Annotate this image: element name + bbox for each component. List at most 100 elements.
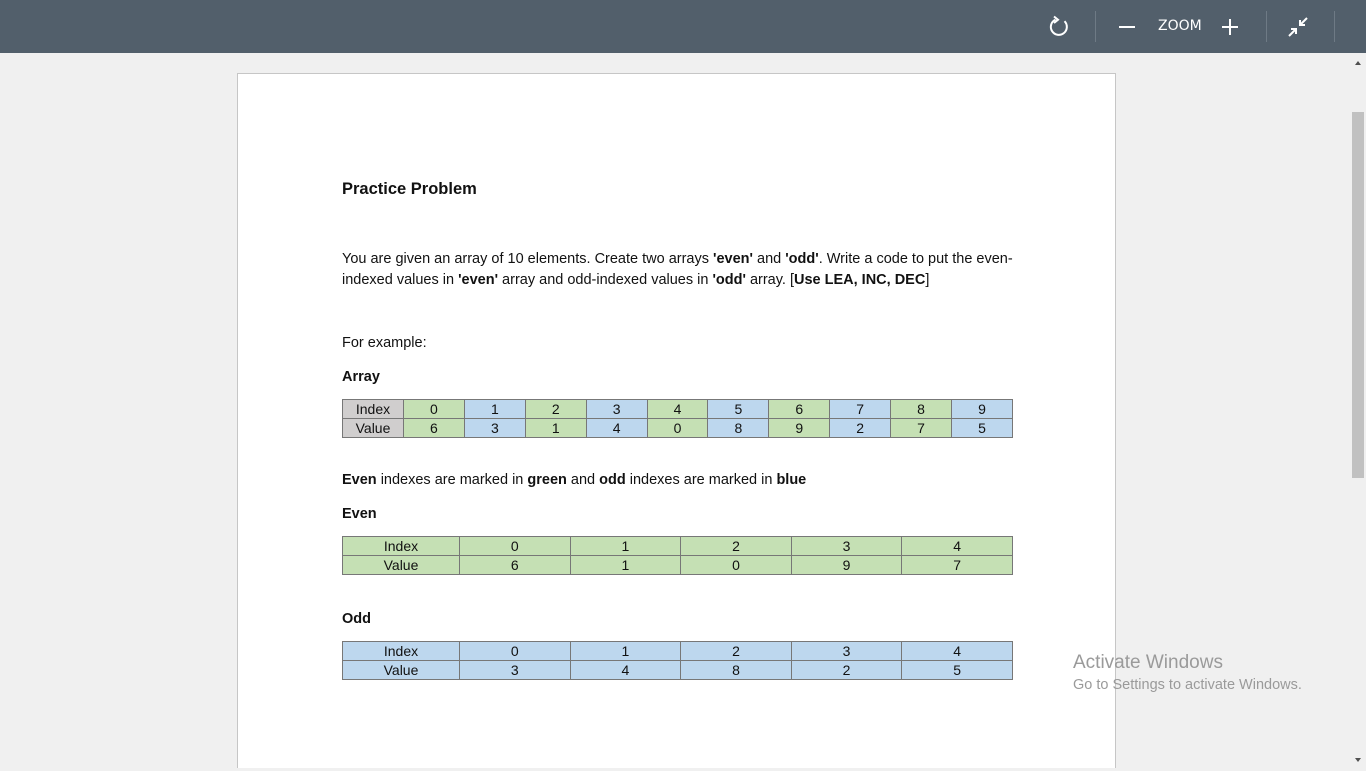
bold-run: blue xyxy=(776,472,807,488)
example-label: For example: xyxy=(342,335,427,351)
table-cell: 6 xyxy=(459,555,571,575)
even-label: Even xyxy=(342,506,377,522)
zoom-in-icon xyxy=(1222,18,1238,35)
table-cell: 4 xyxy=(569,660,682,680)
table-cell: 9 xyxy=(790,555,903,575)
row-header: Index xyxy=(342,399,404,419)
table-cell: 3 xyxy=(790,641,903,661)
table-cell: 2 xyxy=(829,418,892,438)
table-cell: 9 xyxy=(951,399,1013,419)
table-cell: 0 xyxy=(403,399,465,419)
table-cell: 2 xyxy=(790,660,903,680)
toolbar-divider xyxy=(1095,11,1096,42)
table-cell: 4 xyxy=(646,399,709,419)
viewer-toolbar: ZOOM xyxy=(0,0,1366,53)
bold-run: 'odd' xyxy=(712,272,746,288)
table-cell: 3 xyxy=(463,418,526,438)
bold-run: 'even' xyxy=(458,272,499,288)
text-run: array. [ xyxy=(745,272,794,288)
scroll-down-arrow-icon xyxy=(1355,758,1361,762)
table-cell: 5 xyxy=(901,660,1013,680)
table-cell: 1 xyxy=(463,399,526,419)
table-cell: 3 xyxy=(790,536,903,556)
table-cell: 8 xyxy=(680,660,792,680)
even-table: Index 0 1 2 3 4 Value 6 1 0 9 7 xyxy=(342,536,1013,575)
table-row: Index 0 1 2 3 4 5 6 7 8 9 xyxy=(342,399,1013,419)
table-cell: 0 xyxy=(680,555,792,575)
table-cell: 0 xyxy=(646,418,709,438)
row-header: Index xyxy=(342,536,460,556)
scroll-down-button[interactable] xyxy=(1350,752,1366,766)
exit-fullscreen-button[interactable] xyxy=(1283,0,1313,53)
text-run: and xyxy=(752,251,786,267)
text-run: ] xyxy=(925,272,930,288)
table-cell: 6 xyxy=(768,399,831,419)
table-cell: 8 xyxy=(890,399,953,419)
zoom-out-icon xyxy=(1119,25,1135,28)
text-run: and xyxy=(566,472,600,488)
table-cell: 5 xyxy=(951,418,1013,438)
table-cell: 0 xyxy=(459,641,571,661)
table-row: Value 6 3 1 4 0 8 9 2 7 5 xyxy=(342,418,1013,438)
array-table: Index 0 1 2 3 4 5 6 7 8 9 Value 6 3 1 4 … xyxy=(342,399,1013,438)
table-cell: 2 xyxy=(524,399,587,419)
table-cell: 9 xyxy=(768,418,831,438)
activation-watermark: Activate Windows Go to Settings to activ… xyxy=(1073,652,1302,693)
watermark-title: Activate Windows xyxy=(1073,652,1223,673)
odd-table: Index 0 1 2 3 4 Value 3 4 8 2 5 xyxy=(342,641,1013,680)
color-legend-note: Even indexes are marked in green and odd… xyxy=(342,472,806,488)
table-cell: 4 xyxy=(901,641,1013,661)
table-cell: 6 xyxy=(403,418,465,438)
table-cell: 3 xyxy=(585,399,648,419)
document-page: Practice Problem You are given an array … xyxy=(237,73,1116,768)
table-cell: 4 xyxy=(585,418,648,438)
table-cell: 7 xyxy=(829,399,892,419)
bold-run: 'odd' xyxy=(785,251,819,267)
table-cell: 4 xyxy=(901,536,1013,556)
bold-run: Even xyxy=(342,472,377,488)
zoom-label: ZOOM xyxy=(1158,18,1202,34)
scrollbar-thumb[interactable] xyxy=(1352,112,1364,478)
table-cell: 3 xyxy=(459,660,571,680)
scroll-up-button[interactable] xyxy=(1350,55,1366,69)
bold-run: odd xyxy=(599,472,626,488)
table-cell: 7 xyxy=(890,418,953,438)
page-title: Practice Problem xyxy=(342,180,477,198)
zoom-in-button[interactable] xyxy=(1216,0,1244,53)
table-cell: 8 xyxy=(707,418,770,438)
bold-run: 'even' xyxy=(713,251,753,267)
toolbar-divider xyxy=(1266,11,1267,42)
bold-run: Use LEA, INC, DEC xyxy=(794,272,926,288)
watermark-subtitle: Go to Settings to activate Windows. xyxy=(1073,677,1302,693)
toolbar-divider xyxy=(1334,11,1335,42)
exit-fullscreen-icon xyxy=(1288,16,1308,37)
table-cell: 5 xyxy=(707,399,770,419)
bold-run: green xyxy=(527,472,567,488)
scroll-up-arrow-icon xyxy=(1355,61,1361,65)
table-row: Value 3 4 8 2 5 xyxy=(342,660,1013,680)
table-cell: 1 xyxy=(524,418,587,438)
table-cell: 1 xyxy=(569,536,682,556)
table-cell: 7 xyxy=(901,555,1013,575)
text-run: You are given an array of 10 elements. C… xyxy=(342,251,714,267)
table-cell: 2 xyxy=(680,536,792,556)
rotate-icon xyxy=(1049,15,1068,36)
table-row: Index 0 1 2 3 4 xyxy=(342,536,1013,556)
table-cell: 2 xyxy=(680,641,792,661)
zoom-out-button[interactable] xyxy=(1113,0,1141,53)
row-header: Value xyxy=(342,660,460,680)
row-header: Index xyxy=(342,641,460,661)
array-label: Array xyxy=(342,369,380,385)
problem-statement: You are given an array of 10 elements. C… xyxy=(342,249,1022,291)
text-run: array and odd-indexed values in xyxy=(498,272,713,288)
text-run: indexes are marked in xyxy=(376,472,528,488)
table-cell: 1 xyxy=(569,555,682,575)
table-cell: 0 xyxy=(459,536,571,556)
odd-label: Odd xyxy=(342,611,371,627)
table-cell: 1 xyxy=(569,641,682,661)
row-header: Value xyxy=(342,418,404,438)
vertical-scrollbar[interactable] xyxy=(1350,53,1366,768)
row-header: Value xyxy=(342,555,460,575)
table-row: Value 6 1 0 9 7 xyxy=(342,555,1013,575)
rotate-button[interactable] xyxy=(1042,0,1076,53)
